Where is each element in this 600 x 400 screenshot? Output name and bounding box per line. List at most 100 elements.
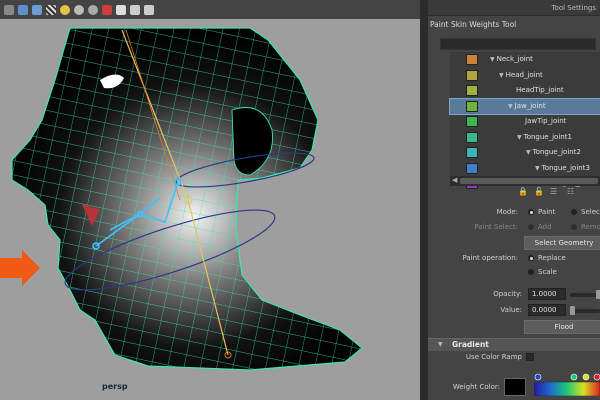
expand-arrow-icon[interactable]: ▼ <box>526 149 531 156</box>
gradient-title: Gradient <box>452 340 489 349</box>
joint-color-swatch[interactable] <box>466 131 478 143</box>
joint-row-tongue-joint1[interactable]: ▼ Tongue_joint1 <box>450 130 600 146</box>
tool-settings-panel: Tool Settings Paint Skin Weights Tool ▼ N… <box>428 0 600 400</box>
joint-label: ▼ Head_joint <box>499 68 543 84</box>
paint-select-remove-radio[interactable] <box>571 224 577 230</box>
render-icon[interactable] <box>32 4 42 15</box>
camera-label: persp <box>102 382 128 391</box>
expand-arrow-icon[interactable]: ▼ <box>535 165 540 172</box>
use-color-ramp-label: Use Color Ramp <box>465 353 522 361</box>
paint-select-add-label: Add <box>538 223 552 231</box>
joint-color-swatch[interactable] <box>466 54 478 65</box>
joint-name: Neck_joint <box>496 55 533 63</box>
joint-label: ▼ Tongue_joint1 <box>517 130 572 146</box>
paint-select-label: Paint Select: <box>474 223 518 231</box>
opacity-slider-knob[interactable] <box>596 290 600 299</box>
lock-icon[interactable]: 🔒 <box>518 187 528 196</box>
light-icon[interactable] <box>74 4 84 15</box>
influence-joint-list[interactable]: ▼ Neck_joint ▼ Head_joint HeadTip_joint ▼ Jaw_… <box>449 52 600 189</box>
mode-label: Mode: <box>496 208 518 216</box>
tree-view-icon[interactable]: ☷ <box>567 187 576 196</box>
joint-label: JawTip_joint <box>525 114 566 130</box>
paint-select-add-radio[interactable] <box>528 224 534 230</box>
joint-row-head-joint[interactable]: ▼ Head_joint <box>450 68 600 84</box>
joint-label: ▼ Tongue_joint3 <box>535 161 590 177</box>
viewport-panel[interactable]: persp <box>0 0 420 400</box>
camera-icon[interactable] <box>102 4 112 15</box>
joint-name: Tongue_joint1 <box>523 132 572 141</box>
cube-icon[interactable] <box>130 4 140 15</box>
joint-name: Tongue_joint2 <box>532 148 581 156</box>
expand-arrow-icon[interactable]: ▼ <box>517 134 522 141</box>
arrow-marker <box>0 250 40 286</box>
ramp-handle-blue <box>534 373 542 381</box>
joint-color-swatch[interactable] <box>466 116 478 127</box>
mode-select-label: Select <box>581 208 600 216</box>
ramp-handle-red <box>593 373 600 381</box>
scene-canvas[interactable] <box>0 19 420 400</box>
expand-arrow-icon[interactable]: ▼ <box>490 56 495 63</box>
viewport-toolbar <box>0 0 420 19</box>
value-label: Value: <box>500 306 522 314</box>
tool-settings-header: Tool Settings <box>428 0 600 16</box>
joint-color-swatch[interactable] <box>466 100 478 112</box>
joint-label: ▼ Jaw_joint <box>508 99 546 115</box>
paint-icon[interactable] <box>88 4 98 15</box>
weight-color-swatch[interactable] <box>504 378 526 396</box>
joint-color-swatch[interactable] <box>466 85 478 96</box>
sort-list-icon[interactable]: ☰ <box>550 187 559 196</box>
sphere-icon[interactable] <box>60 4 70 15</box>
flood-button[interactable]: Flood <box>524 320 600 334</box>
joint-row-jaw-joint[interactable]: ▼ Jaw_joint <box>449 97 600 115</box>
opacity-label: Opacity: <box>493 290 522 298</box>
mode-paint-radio[interactable] <box>528 209 534 215</box>
joint-color-swatch[interactable] <box>466 69 478 81</box>
joint-row-tongue-joint2[interactable]: ▼ Tongue_joint2 <box>450 145 600 161</box>
scroll-thumb[interactable] <box>460 178 598 184</box>
expand-arrow-icon[interactable]: ▼ <box>508 103 513 110</box>
mode-paint-label: Paint <box>538 208 556 216</box>
op-scale-radio[interactable] <box>528 269 534 275</box>
opacity-field[interactable]: 1.0000 <box>528 288 566 300</box>
joint-color-swatch[interactable] <box>466 147 478 158</box>
maya-window: persp Tool Settings Paint Skin Weights T… <box>0 0 600 400</box>
joint-name: JawTip_joint <box>525 117 567 125</box>
weight-color-label: Weight Color: <box>452 383 500 391</box>
joint-name: Jaw_joint <box>514 101 546 110</box>
joint-label: HeadTip_joint <box>516 83 564 99</box>
scroll-left-icon[interactable]: ◀ <box>452 176 457 184</box>
joint-row-headtip-joint[interactable]: HeadTip_joint <box>450 83 600 99</box>
color-ramp[interactable] <box>534 372 600 396</box>
mode-select-radio[interactable] <box>571 209 577 215</box>
value-slider-knob[interactable] <box>570 306 575 315</box>
tool-settings-label: Tool Settings <box>551 3 596 12</box>
gradient-section-header[interactable]: ▼ Gradient <box>428 338 600 351</box>
move-tool-icon[interactable] <box>4 4 14 15</box>
op-replace-label: Replace <box>538 254 566 262</box>
influence-icon-row: 🔒 🔓 ☰ ☷ <box>518 187 576 196</box>
ramp-handle-green <box>570 373 578 381</box>
select-geometry-button[interactable]: Select Geometry <box>524 236 600 250</box>
collapse-arrow-icon[interactable]: ▼ <box>438 341 443 348</box>
joint-row-jawtip-joint[interactable]: JawTip_joint <box>450 114 600 130</box>
joint-color-swatch[interactable] <box>466 162 478 174</box>
horizontal-scrollbar[interactable]: ◀ <box>450 176 600 186</box>
joint-row-neck-joint[interactable]: ▼ Neck_joint <box>450 52 600 68</box>
joint-row-tongue-joint3[interactable]: ▼ Tongue_joint3 <box>450 161 600 177</box>
tool-title: Paint Skin Weights Tool <box>430 20 517 29</box>
snapshot-icon[interactable] <box>116 4 126 15</box>
tree-icon[interactable] <box>144 4 154 15</box>
op-replace-radio[interactable] <box>528 255 534 261</box>
joint-label: ▼ Neck_joint <box>490 52 533 68</box>
cube-view-icon[interactable] <box>18 4 28 15</box>
checker-icon[interactable] <box>46 4 56 15</box>
joint-name: Tongue_joint3 <box>541 163 590 172</box>
joint-filter-field[interactable] <box>440 38 596 50</box>
unlock-icon[interactable]: 🔓 <box>534 187 544 196</box>
panel-divider[interactable] <box>420 0 428 400</box>
ramp-handle-yellow <box>582 373 590 381</box>
use-color-ramp-checkbox[interactable] <box>526 353 534 361</box>
value-field[interactable]: 0.0000 <box>528 304 566 316</box>
op-scale-label: Scale <box>538 268 557 276</box>
expand-arrow-icon[interactable]: ▼ <box>499 72 504 79</box>
